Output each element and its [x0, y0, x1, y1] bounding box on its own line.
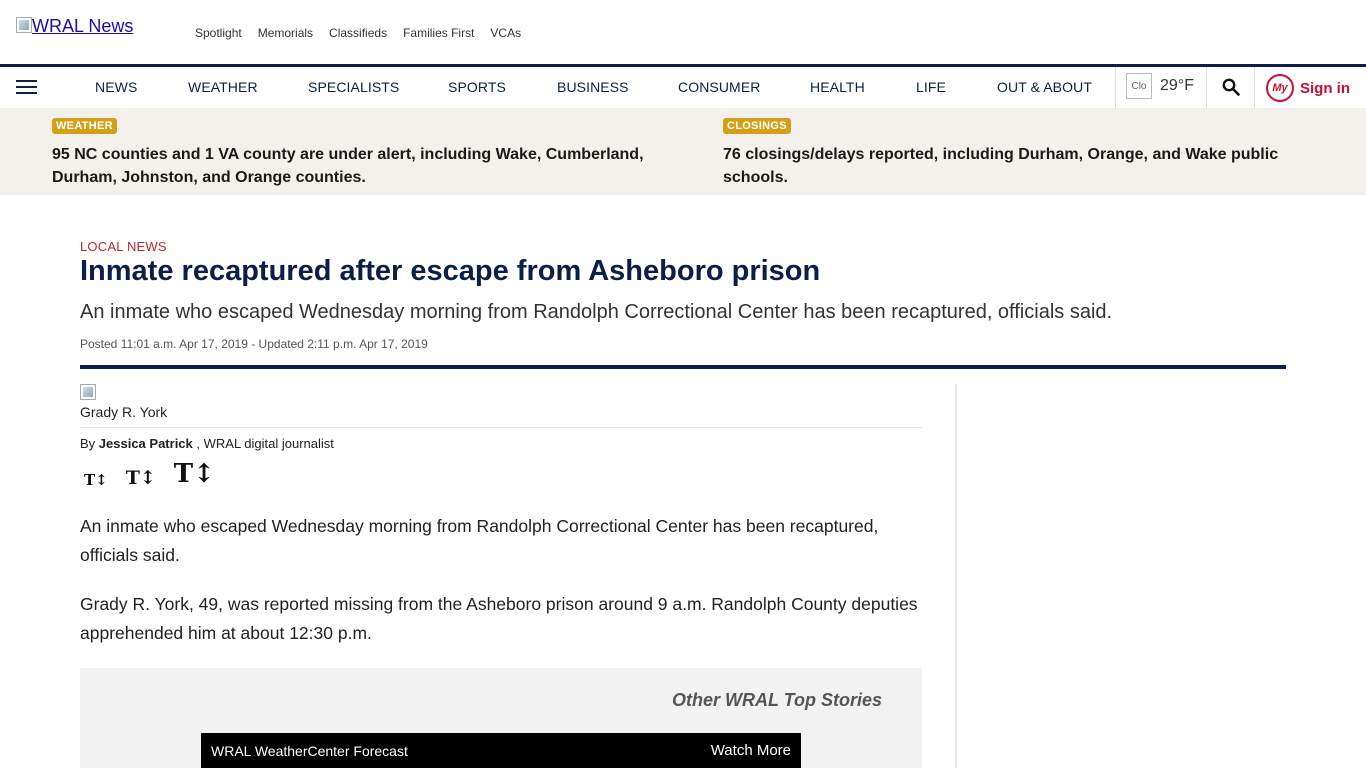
nav-item-weather[interactable]: WEATHER: [188, 79, 258, 95]
author-role: , WRAL digital journalist: [196, 436, 334, 451]
nav-item-business[interactable]: BUSINESS: [557, 79, 629, 95]
byline-prefix: By: [80, 436, 96, 451]
font-size-small-icon[interactable]: T↕: [84, 471, 108, 489]
article-paragraph: Grady R. York, 49, was reported missing …: [80, 594, 918, 643]
nav-item-health[interactable]: HEALTH: [810, 79, 865, 95]
nav-item-out-and-about[interactable]: OUT & ABOUT: [997, 79, 1092, 95]
font-size-medium-icon[interactable]: T↕: [126, 467, 156, 489]
weather-alert[interactable]: WEATHER 95 NC counties and 1 VA county a…: [52, 116, 652, 189]
sign-in-button[interactable]: My Sign in: [1266, 74, 1350, 102]
top-link-families-first[interactable]: Families First: [403, 26, 474, 40]
weather-alert-text: 95 NC counties and 1 VA county are under…: [52, 146, 644, 186]
top-link-classifieds[interactable]: Classifieds: [329, 26, 387, 40]
broken-image-icon: [16, 16, 32, 33]
nav-item-specialists[interactable]: SPECIALISTS: [308, 79, 399, 95]
author-name[interactable]: Jessica Patrick: [99, 436, 193, 451]
my-account-icon: My: [1266, 74, 1294, 102]
nav-divider: [1206, 67, 1207, 108]
closings-alert[interactable]: CLOSINGS 76 closings/delays reported, in…: [723, 116, 1323, 189]
section-kicker[interactable]: LOCAL NEWS: [80, 239, 167, 254]
current-temperature: 29°F: [1160, 77, 1194, 94]
top-link-memorials[interactable]: Memorials: [258, 26, 313, 40]
nav-divider: [1115, 67, 1116, 108]
logo-alt-text[interactable]: WRAL News: [32, 16, 133, 37]
caption-divider: [80, 427, 922, 428]
broken-image-icon: [80, 384, 96, 400]
top-link-spotlight[interactable]: Spotlight: [195, 26, 242, 40]
article-paragraph: An inmate who escaped Wednesday morning …: [80, 516, 879, 565]
nav-item-life[interactable]: LIFE: [916, 79, 946, 95]
weather-widget[interactable]: Clo 29°F: [1126, 73, 1194, 99]
article-dateline: Posted 11:01 a.m. Apr 17, 2019 - Updated…: [80, 337, 428, 351]
video-title: WRAL WeatherCenter Forecast: [211, 743, 408, 759]
nav-item-sports[interactable]: SPORTS: [448, 79, 506, 95]
byline: By Jessica Patrick , WRAL digital journa…: [80, 436, 334, 451]
top-link-vcas[interactable]: VCAs: [490, 26, 521, 40]
top-links: Spotlight Memorials Classifieds Families…: [195, 26, 537, 40]
nav-divider: [1254, 67, 1255, 108]
main-nav: NEWS WEATHER SPECIALISTS SPORTS BUSINESS…: [0, 64, 1366, 108]
search-icon[interactable]: [1222, 78, 1240, 96]
sign-in-label: Sign in: [1300, 79, 1350, 97]
alert-banner: WEATHER 95 NC counties and 1 VA county a…: [0, 108, 1366, 195]
watch-more-button[interactable]: Watch More: [711, 742, 791, 759]
font-size-controls: T↕ T↕ T↕: [84, 459, 233, 489]
alert-tag-weather: WEATHER: [52, 118, 117, 134]
video-section-title: Other WRAL Top Stories: [671, 690, 882, 710]
top-bar: WRAL News Spotlight Memorials Classified…: [0, 0, 1366, 64]
menu-icon[interactable]: [16, 80, 37, 94]
nav-item-consumer[interactable]: CONSUMER: [678, 79, 760, 95]
photo-caption: Grady R. York: [80, 404, 168, 420]
weather-condition-icon: Clo: [1126, 73, 1152, 99]
top-stories-video: Other WRAL Top Stories WRAL WeatherCente…: [80, 668, 922, 768]
article-headline: Inmate recaptured after escape from Ashe…: [80, 255, 821, 287]
header-divider: [80, 365, 1286, 369]
font-size-large-icon[interactable]: T↕: [174, 459, 215, 489]
sidebar-divider: [955, 384, 957, 768]
nav-item-news[interactable]: NEWS: [95, 79, 137, 95]
wral-news-logo[interactable]: WRAL News: [16, 16, 133, 37]
article-dek: An inmate who escaped Wednesday morning …: [80, 301, 1113, 323]
closings-alert-text: 76 closings/delays reported, including D…: [723, 146, 1279, 186]
alert-tag-closings: CLOSINGS: [723, 118, 791, 134]
video-player[interactable]: WRAL WeatherCenter Forecast Watch More: [201, 733, 801, 768]
